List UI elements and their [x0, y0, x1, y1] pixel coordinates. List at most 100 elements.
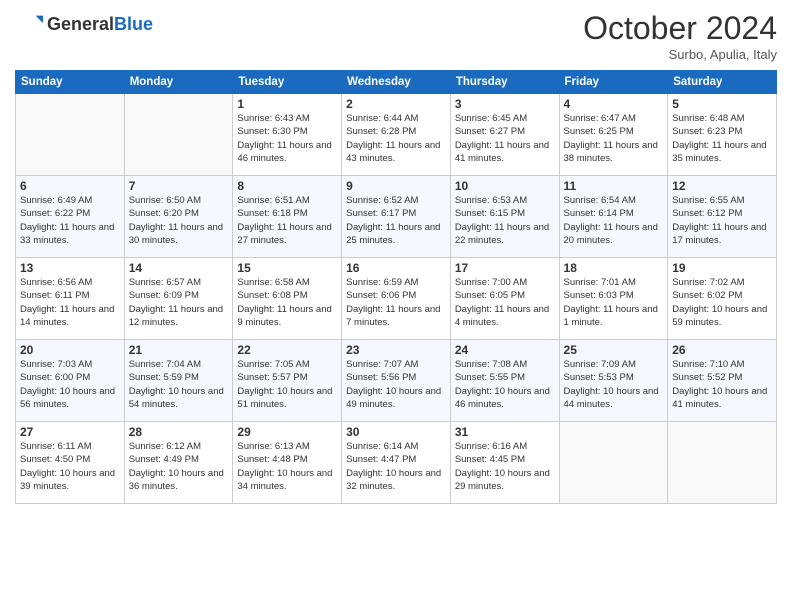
day-number: 1	[237, 97, 337, 111]
day-info: Sunrise: 6:53 AMSunset: 6:15 PMDaylight:…	[455, 194, 555, 247]
col-sunday: Sunday	[16, 71, 125, 94]
day-info: Sunrise: 6:11 AMSunset: 4:50 PMDaylight:…	[20, 440, 120, 493]
table-row: 1Sunrise: 6:43 AMSunset: 6:30 PMDaylight…	[233, 94, 342, 176]
table-row: 17Sunrise: 7:00 AMSunset: 6:05 PMDayligh…	[450, 258, 559, 340]
col-thursday: Thursday	[450, 71, 559, 94]
day-number: 17	[455, 261, 555, 275]
table-row: 4Sunrise: 6:47 AMSunset: 6:25 PMDaylight…	[559, 94, 668, 176]
table-row: 19Sunrise: 7:02 AMSunset: 6:02 PMDayligh…	[668, 258, 777, 340]
day-info: Sunrise: 6:52 AMSunset: 6:17 PMDaylight:…	[346, 194, 446, 247]
header: GeneralBlue October 2024 Surbo, Apulia, …	[15, 10, 777, 62]
table-row: 23Sunrise: 7:07 AMSunset: 5:56 PMDayligh…	[342, 340, 451, 422]
table-row: 7Sunrise: 6:50 AMSunset: 6:20 PMDaylight…	[124, 176, 233, 258]
day-number: 14	[129, 261, 229, 275]
day-info: Sunrise: 6:45 AMSunset: 6:27 PMDaylight:…	[455, 112, 555, 165]
table-row: 26Sunrise: 7:10 AMSunset: 5:52 PMDayligh…	[668, 340, 777, 422]
calendar-week-row: 20Sunrise: 7:03 AMSunset: 6:00 PMDayligh…	[16, 340, 777, 422]
day-number: 30	[346, 425, 446, 439]
day-number: 18	[564, 261, 664, 275]
day-info: Sunrise: 6:55 AMSunset: 6:12 PMDaylight:…	[672, 194, 772, 247]
day-info: Sunrise: 7:07 AMSunset: 5:56 PMDaylight:…	[346, 358, 446, 411]
table-row	[668, 422, 777, 504]
calendar-page: GeneralBlue October 2024 Surbo, Apulia, …	[0, 0, 792, 612]
col-tuesday: Tuesday	[233, 71, 342, 94]
day-info: Sunrise: 7:10 AMSunset: 5:52 PMDaylight:…	[672, 358, 772, 411]
day-info: Sunrise: 6:51 AMSunset: 6:18 PMDaylight:…	[237, 194, 337, 247]
calendar-table: Sunday Monday Tuesday Wednesday Thursday…	[15, 70, 777, 504]
day-info: Sunrise: 6:54 AMSunset: 6:14 PMDaylight:…	[564, 194, 664, 247]
table-row: 29Sunrise: 6:13 AMSunset: 4:48 PMDayligh…	[233, 422, 342, 504]
day-info: Sunrise: 6:59 AMSunset: 6:06 PMDaylight:…	[346, 276, 446, 329]
header-row: Sunday Monday Tuesday Wednesday Thursday…	[16, 71, 777, 94]
col-saturday: Saturday	[668, 71, 777, 94]
day-info: Sunrise: 7:03 AMSunset: 6:00 PMDaylight:…	[20, 358, 120, 411]
day-info: Sunrise: 7:09 AMSunset: 5:53 PMDaylight:…	[564, 358, 664, 411]
day-info: Sunrise: 7:02 AMSunset: 6:02 PMDaylight:…	[672, 276, 772, 329]
day-info: Sunrise: 7:04 AMSunset: 5:59 PMDaylight:…	[129, 358, 229, 411]
table-row: 6Sunrise: 6:49 AMSunset: 6:22 PMDaylight…	[16, 176, 125, 258]
calendar-week-row: 27Sunrise: 6:11 AMSunset: 4:50 PMDayligh…	[16, 422, 777, 504]
day-info: Sunrise: 6:14 AMSunset: 4:47 PMDaylight:…	[346, 440, 446, 493]
day-number: 5	[672, 97, 772, 111]
day-number: 2	[346, 97, 446, 111]
day-number: 8	[237, 179, 337, 193]
day-number: 3	[455, 97, 555, 111]
day-number: 13	[20, 261, 120, 275]
day-number: 22	[237, 343, 337, 357]
logo: GeneralBlue	[15, 10, 153, 38]
day-number: 23	[346, 343, 446, 357]
day-info: Sunrise: 6:12 AMSunset: 4:49 PMDaylight:…	[129, 440, 229, 493]
month-title: October 2024	[583, 10, 777, 47]
table-row: 20Sunrise: 7:03 AMSunset: 6:00 PMDayligh…	[16, 340, 125, 422]
day-number: 15	[237, 261, 337, 275]
table-row	[124, 94, 233, 176]
day-info: Sunrise: 6:47 AMSunset: 6:25 PMDaylight:…	[564, 112, 664, 165]
table-row: 5Sunrise: 6:48 AMSunset: 6:23 PMDaylight…	[668, 94, 777, 176]
day-number: 28	[129, 425, 229, 439]
day-number: 11	[564, 179, 664, 193]
table-row: 27Sunrise: 6:11 AMSunset: 4:50 PMDayligh…	[16, 422, 125, 504]
table-row: 10Sunrise: 6:53 AMSunset: 6:15 PMDayligh…	[450, 176, 559, 258]
day-info: Sunrise: 6:48 AMSunset: 6:23 PMDaylight:…	[672, 112, 772, 165]
day-number: 31	[455, 425, 555, 439]
day-number: 9	[346, 179, 446, 193]
day-info: Sunrise: 7:01 AMSunset: 6:03 PMDaylight:…	[564, 276, 664, 329]
table-row	[559, 422, 668, 504]
day-number: 19	[672, 261, 772, 275]
day-info: Sunrise: 6:56 AMSunset: 6:11 PMDaylight:…	[20, 276, 120, 329]
day-number: 29	[237, 425, 337, 439]
table-row: 15Sunrise: 6:58 AMSunset: 6:08 PMDayligh…	[233, 258, 342, 340]
location-subtitle: Surbo, Apulia, Italy	[583, 47, 777, 62]
day-info: Sunrise: 6:57 AMSunset: 6:09 PMDaylight:…	[129, 276, 229, 329]
calendar-week-row: 13Sunrise: 6:56 AMSunset: 6:11 PMDayligh…	[16, 258, 777, 340]
logo-blue: Blue	[114, 14, 153, 35]
table-row: 8Sunrise: 6:51 AMSunset: 6:18 PMDaylight…	[233, 176, 342, 258]
logo-text: GeneralBlue	[47, 14, 153, 35]
table-row: 28Sunrise: 6:12 AMSunset: 4:49 PMDayligh…	[124, 422, 233, 504]
day-number: 26	[672, 343, 772, 357]
title-section: October 2024 Surbo, Apulia, Italy	[583, 10, 777, 62]
table-row: 16Sunrise: 6:59 AMSunset: 6:06 PMDayligh…	[342, 258, 451, 340]
day-number: 25	[564, 343, 664, 357]
day-number: 16	[346, 261, 446, 275]
table-row: 9Sunrise: 6:52 AMSunset: 6:17 PMDaylight…	[342, 176, 451, 258]
table-row: 30Sunrise: 6:14 AMSunset: 4:47 PMDayligh…	[342, 422, 451, 504]
table-row: 25Sunrise: 7:09 AMSunset: 5:53 PMDayligh…	[559, 340, 668, 422]
day-number: 10	[455, 179, 555, 193]
day-info: Sunrise: 7:08 AMSunset: 5:55 PMDaylight:…	[455, 358, 555, 411]
col-wednesday: Wednesday	[342, 71, 451, 94]
table-row: 12Sunrise: 6:55 AMSunset: 6:12 PMDayligh…	[668, 176, 777, 258]
table-row: 13Sunrise: 6:56 AMSunset: 6:11 PMDayligh…	[16, 258, 125, 340]
day-number: 4	[564, 97, 664, 111]
day-info: Sunrise: 6:43 AMSunset: 6:30 PMDaylight:…	[237, 112, 337, 165]
day-number: 24	[455, 343, 555, 357]
col-friday: Friday	[559, 71, 668, 94]
day-info: Sunrise: 6:50 AMSunset: 6:20 PMDaylight:…	[129, 194, 229, 247]
table-row: 24Sunrise: 7:08 AMSunset: 5:55 PMDayligh…	[450, 340, 559, 422]
table-row	[16, 94, 125, 176]
table-row: 11Sunrise: 6:54 AMSunset: 6:14 PMDayligh…	[559, 176, 668, 258]
table-row: 3Sunrise: 6:45 AMSunset: 6:27 PMDaylight…	[450, 94, 559, 176]
day-info: Sunrise: 7:05 AMSunset: 5:57 PMDaylight:…	[237, 358, 337, 411]
day-info: Sunrise: 6:49 AMSunset: 6:22 PMDaylight:…	[20, 194, 120, 247]
day-number: 20	[20, 343, 120, 357]
